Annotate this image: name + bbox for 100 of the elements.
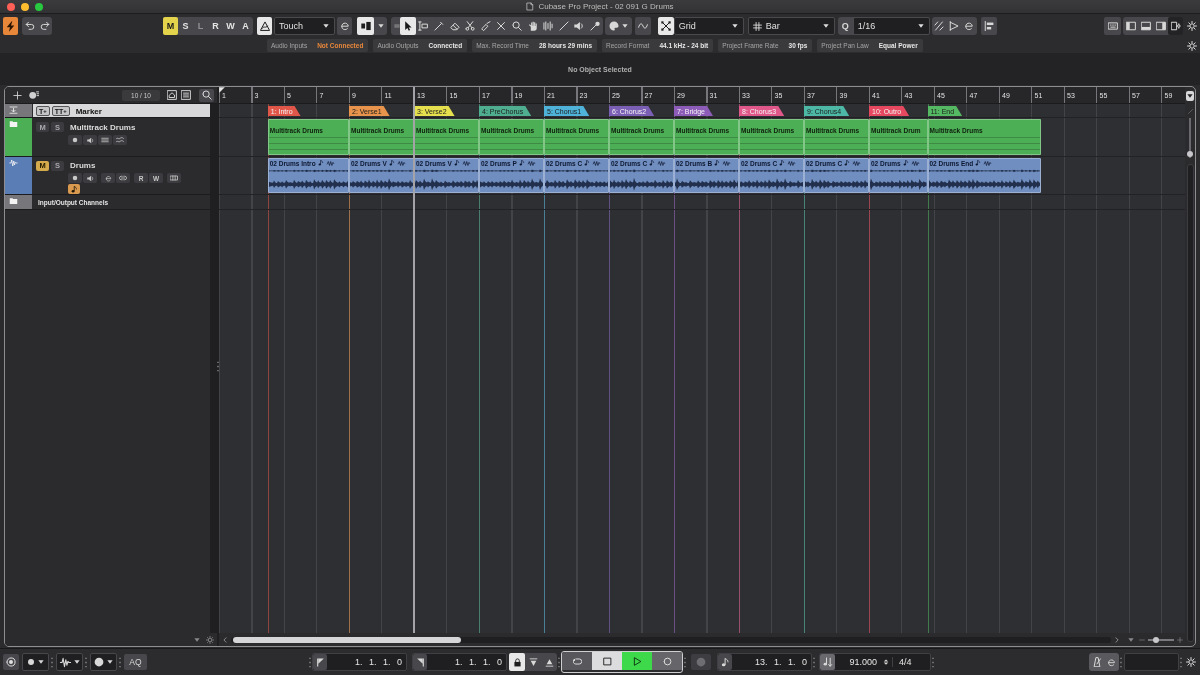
search-button[interactable] [199,88,214,102]
tempo-icon [822,657,833,667]
track-height-dropdown[interactable] [1186,91,1194,101]
scissors-icon [465,21,476,31]
eraser-icon [449,21,460,31]
lower-zone-icon [1140,21,1151,31]
quantize-dropdown[interactable]: 1/16 [852,17,930,35]
snap-type-dropdown[interactable]: Grid [673,17,744,35]
track-name: Drums [70,161,96,170]
glue-icon [480,21,491,31]
constrain-button[interactable] [357,17,374,35]
cycle-button[interactable] [562,652,592,670]
state-button[interactable]: A [238,17,253,35]
close-button[interactable] [7,2,15,11]
caret-icon[interactable] [194,636,200,643]
musical-mode-button[interactable] [68,184,80,194]
track-presets-button[interactable] [27,89,41,101]
lanes-button[interactable] [98,135,112,145]
slider-thumb[interactable] [1187,151,1193,157]
keyboard-button[interactable] [1104,17,1121,35]
waveform-dropdown[interactable] [56,653,83,671]
monitor-button[interactable] [83,173,97,183]
punch-dropdown[interactable] [90,653,117,671]
add-track-button[interactable] [10,89,24,101]
record-enable-button[interactable] [68,135,82,145]
tempo-track-button[interactable] [820,654,835,670]
grid-type-dropdown[interactable]: Bar [747,17,835,35]
window-setup-button[interactable] [1168,17,1183,35]
play-button[interactable] [622,652,652,670]
auto-scroll-button[interactable] [634,17,651,35]
color-dropdown[interactable] [604,17,632,35]
record-mode-dropdown[interactable] [22,653,49,671]
search-icon [201,90,212,100]
state-button[interactable]: W [223,17,238,35]
time-signature[interactable]: 4/4 [892,657,930,667]
caret-icon [73,659,80,665]
track-list-scrollbar[interactable] [210,104,217,633]
squiggle-icon [325,159,335,167]
speaker-icon [86,174,94,182]
chevron-right-icon[interactable] [1114,635,1120,644]
track-visibility-button[interactable] [165,89,179,101]
record-icon [662,656,672,666]
squiggle-icon [983,159,993,167]
folder-view-button[interactable] [113,135,127,145]
automation-button[interactable] [257,17,272,35]
snap-button[interactable] [657,17,674,35]
record-button[interactable] [652,652,682,670]
scrollbar-thumb[interactable] [233,636,461,643]
edit-button[interactable] [337,17,352,35]
speaker-icon [86,136,94,144]
settings-button[interactable] [1186,39,1198,52]
waveform [805,168,868,192]
lock-button[interactable] [509,653,525,671]
link-button[interactable] [116,173,130,183]
monitor-button[interactable] [83,135,97,145]
automation-mode-dropdown[interactable]: Touch [274,17,335,35]
presets-icon [29,90,39,100]
note-icon [70,185,78,193]
sync-button[interactable] [3,654,19,670]
chevron-left-icon[interactable] [222,635,228,644]
slider-thumb[interactable] [1152,636,1159,643]
activate-project-button[interactable] [3,17,18,35]
caret-icon [731,23,738,29]
note-icon [649,159,656,167]
track-versions-button[interactable] [167,173,181,183]
record-enable-button[interactable] [68,173,82,183]
list-icon [181,90,191,100]
time-format-button[interactable] [718,654,732,670]
horizontal-scrollbar[interactable] [231,636,1111,643]
lightning-icon [5,20,16,32]
stop-button[interactable] [592,652,622,670]
track-list-button[interactable] [179,89,193,101]
up-down-icon[interactable] [883,657,889,667]
state-button[interactable]: M [163,17,178,35]
tempo-value[interactable]: 91.000 [835,657,881,667]
settings-icon[interactable] [206,635,214,644]
zoom-button[interactable] [35,2,43,11]
right-locator-button[interactable] [413,654,427,670]
quantize-button[interactable]: Q [837,17,853,35]
align-left-icon [983,21,994,31]
settings-icon [1187,21,1197,31]
cross-icon [496,21,507,31]
state-button[interactable]: R [208,17,223,35]
minimize-button[interactable] [21,2,29,11]
caret-icon [917,23,924,29]
track-name: Multitrack Drums [70,122,136,132]
vertical-scrollbar[interactable] [1186,164,1194,642]
edit-icon [104,174,112,182]
lock-icon [512,657,522,667]
tool-button[interactable] [400,17,416,35]
display-field [1124,653,1179,671]
caret-icon[interactable] [1128,636,1134,643]
keyboard-icon [1107,21,1118,31]
document-icon [526,2,535,11]
state-button[interactable]: S [178,17,193,35]
auto-quantize-button[interactable]: AQ [124,654,147,670]
lanes-icon [101,136,109,144]
zoom-slider[interactable] [1148,638,1174,641]
align-button[interactable] [980,17,997,35]
left-locator-button[interactable] [313,654,327,670]
